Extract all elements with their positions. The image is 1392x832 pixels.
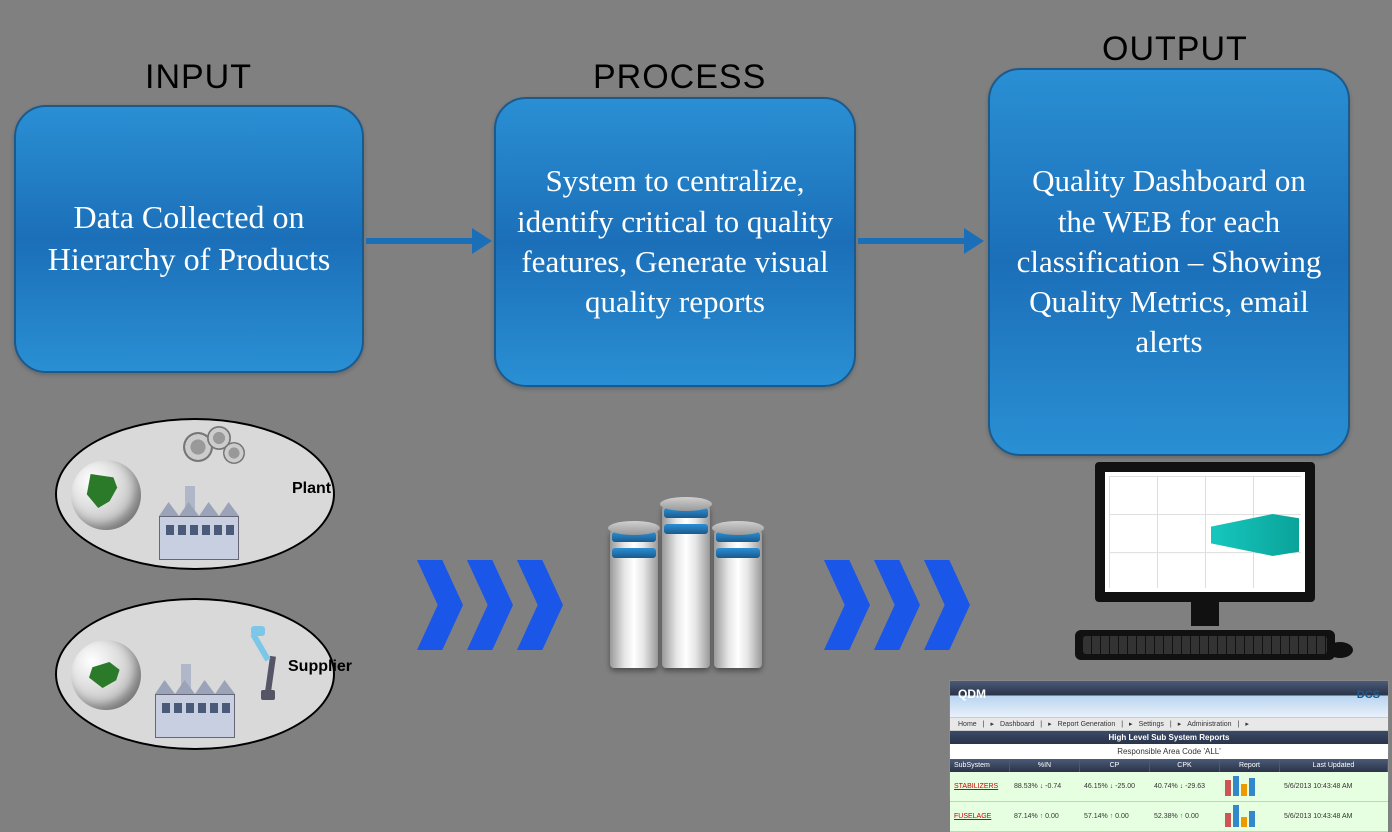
dashboard-logo-right: DCS — [1357, 689, 1380, 701]
dashboard-subtitle: Responsible Area Code 'ALL' — [950, 744, 1388, 759]
supplier-label: Supplier — [288, 658, 352, 676]
globe-na-icon — [71, 460, 141, 530]
input-box-text: Data Collected on Hierarchy of Products — [34, 197, 344, 280]
nav-item[interactable]: Home — [958, 721, 977, 728]
dashboard-brand: QDM — [958, 687, 986, 701]
nav-item[interactable]: Administration — [1187, 721, 1231, 728]
robotic-arm-icon — [247, 620, 287, 700]
dashboard-row: FUSELAGE 87.14% ↑ 0.00 57.14% ↑ 0.00 52.… — [950, 802, 1388, 832]
row-name[interactable]: FUSELAGE — [950, 813, 1010, 820]
plant-label: Plant — [292, 480, 331, 498]
row-name[interactable]: STABILIZERS — [950, 783, 1010, 790]
output-box: Quality Dashboard on the WEB for each cl… — [988, 68, 1350, 456]
monitor-icon — [1075, 462, 1335, 660]
arrow-process-to-output — [858, 238, 966, 244]
input-stage-label: INPUT — [145, 58, 252, 97]
dashboard-nav: Home|▸ Dashboard|▸ Report Generation|▸ S… — [950, 717, 1388, 731]
nav-item[interactable]: Settings — [1139, 721, 1164, 728]
dashboard-title: High Level Sub System Reports — [950, 731, 1388, 744]
process-box: System to centralize, identify critical … — [494, 97, 856, 387]
chevrons-to-output — [824, 560, 974, 650]
mini-bar-chart-icon — [1220, 805, 1280, 829]
chevrons-to-servers — [417, 560, 567, 650]
globe-eu-icon — [71, 640, 141, 710]
output-stage-label: OUTPUT — [1102, 30, 1248, 69]
dashboard-screenshot: QDM DCS Home|▸ Dashboard|▸ Report Genera… — [949, 680, 1389, 798]
gears-icon — [177, 424, 257, 494]
process-stage-label: PROCESS — [593, 58, 766, 97]
server-cluster-icon — [610, 504, 762, 668]
output-box-text: Quality Dashboard on the WEB for each cl… — [1010, 161, 1328, 362]
nav-item[interactable]: Dashboard — [1000, 721, 1034, 728]
arrow-input-to-process — [366, 238, 474, 244]
factory-icon-2 — [147, 668, 241, 738]
factory-icon — [151, 490, 245, 560]
input-box: Data Collected on Hierarchy of Products — [14, 105, 364, 373]
mini-bar-chart-icon — [1220, 776, 1280, 798]
process-box-text: System to centralize, identify critical … — [516, 161, 834, 322]
dashboard-table-header: SubSystem %IN CP CPK Report Last Updated — [950, 759, 1388, 772]
nav-item[interactable]: Report Generation — [1058, 721, 1116, 728]
